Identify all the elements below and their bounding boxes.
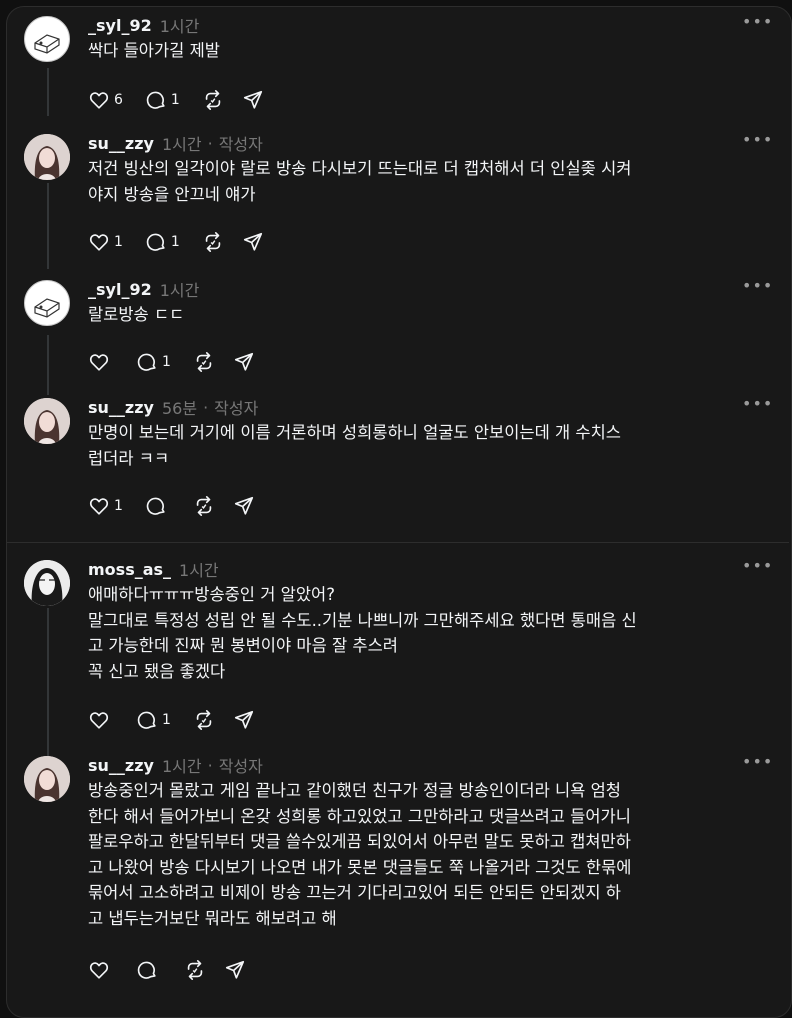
reply-button[interactable]: 1 [145,230,184,254]
repost-button[interactable] [193,494,215,518]
like-count: 6 [114,92,123,108]
share-icon [243,232,262,251]
reply-button[interactable] [145,494,175,518]
share-icon [225,960,245,979]
author-tag: 작성자 [218,135,263,154]
username[interactable]: su__zzy [88,756,154,775]
reply-count: 1 [162,354,171,370]
share-icon [234,352,253,371]
timestamp[interactable]: 1시간 [179,557,219,581]
post-text: 저건 빙산의 일각이야 랄로 방송 다시보기 뜨는대로 더 캡처해서 더 인실좆… [88,159,632,204]
like-button[interactable] [88,958,118,982]
like-count: 1 [114,234,123,250]
like-button[interactable]: 1 [88,494,127,518]
username[interactable]: _syl_92 [88,16,152,35]
reply-count: 1 [170,92,180,108]
reply-button[interactable]: 1 [136,708,175,732]
repost-button[interactable] [193,708,215,732]
comment-icon [137,353,156,371]
like-button[interactable]: 6 [88,88,127,112]
post-text: 싹다 들아가길 제발 [88,41,220,60]
author-tag: 작성자 [218,757,263,776]
avatar[interactable] [24,280,70,326]
comment-icon [146,91,165,109]
more-icon[interactable]: ••• [742,12,773,31]
post-text: 애매하다ㅠㅠㅠ방송중인 거 알았어? 말그대로 특정성 성립 안 될 수도..기… [88,585,637,681]
heart-icon [89,498,109,515]
username[interactable]: _syl_92 [88,280,152,299]
share-button[interactable] [224,958,246,982]
username[interactable]: su__zzy [88,398,154,417]
thread-divider [7,542,789,543]
avatar[interactable] [24,16,70,62]
repost-icon [196,496,212,516]
thread-line [47,335,49,395]
heart-icon [89,92,109,109]
post-text: 방송중인거 몰랐고 게임 끝나고 같이했던 친구가 정글 방송인이더라 니욕 엄… [88,781,632,928]
separator-dot: · [207,133,213,153]
repost-button[interactable] [184,958,206,982]
comment-icon [146,233,165,251]
separator-dot: · [207,755,213,775]
repost-icon [196,710,212,730]
comment-icon [146,497,165,515]
timestamp[interactable]: 1시간 [160,277,200,301]
avatar[interactable] [24,134,70,180]
reply-count: 1 [162,712,171,728]
author-tag: 작성자 [214,399,259,418]
thread-line [47,183,49,269]
heart-icon [89,962,109,979]
share-icon [243,90,262,109]
share-button[interactable] [233,708,255,732]
more-icon[interactable]: ••• [742,752,773,771]
more-icon[interactable]: ••• [742,556,773,575]
share-icon [234,496,253,515]
repost-button[interactable] [193,350,215,374]
heart-icon [89,712,109,729]
repost-button[interactable] [202,230,224,254]
repost-icon [196,352,212,372]
username[interactable]: su__zzy [88,134,154,153]
comment-icon [137,711,156,729]
share-icon [234,710,253,729]
reply-button[interactable]: 1 [136,350,175,374]
reply-count: 1 [170,234,180,250]
avatar[interactable] [24,560,70,606]
post-text: 랄로방송 ㄷㄷ [88,305,185,324]
username[interactable]: moss_as_ [88,560,171,579]
more-icon[interactable]: ••• [742,130,773,149]
timestamp[interactable]: 1시간 [162,131,202,155]
heart-icon [89,354,109,371]
reply-button[interactable]: 1 [145,88,184,112]
more-icon[interactable]: ••• [742,394,773,413]
more-icon[interactable]: ••• [742,276,773,295]
repost-button[interactable] [202,88,224,112]
like-button[interactable] [88,708,118,732]
like-count: 1 [114,498,123,514]
share-button[interactable] [233,494,255,518]
reply-button[interactable] [136,958,166,982]
share-button[interactable] [242,230,264,254]
like-button[interactable]: 1 [88,230,127,254]
timestamp[interactable]: 56분 [162,395,197,419]
repost-icon [205,90,221,110]
separator-dot: · [203,397,209,417]
post-text: 만명이 보는데 거기에 이름 거론하며 성희롱하니 얼굴도 안보이는데 개 수치… [88,423,621,468]
avatar[interactable] [24,398,70,444]
comment-icon [137,961,156,979]
timestamp[interactable]: 1시간 [162,753,202,777]
repost-icon [187,960,203,980]
thread-line [47,608,49,758]
repost-icon [205,232,221,252]
timestamp[interactable]: 1시간 [160,13,200,37]
share-button[interactable] [242,88,264,112]
avatar[interactable] [24,756,70,802]
heart-icon [89,234,109,251]
thread-line [47,68,49,116]
share-button[interactable] [233,350,255,374]
like-button[interactable] [88,350,118,374]
